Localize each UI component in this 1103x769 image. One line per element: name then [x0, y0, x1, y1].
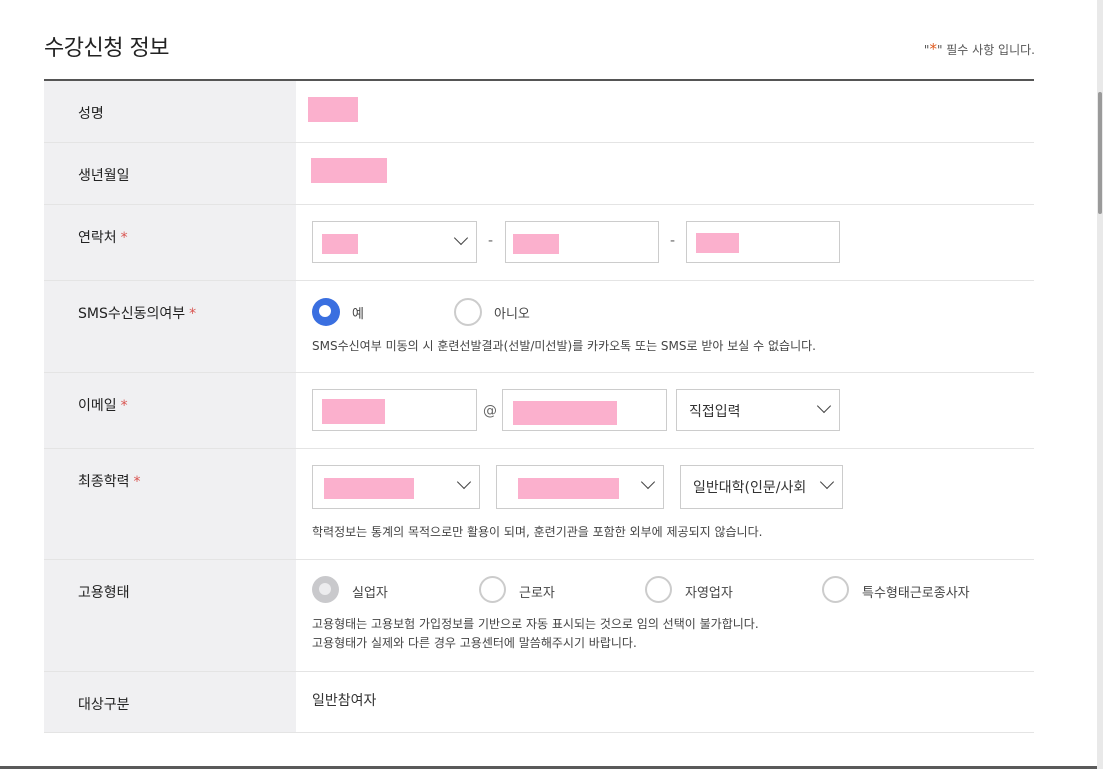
employment-special-label: 특수형태근로종사자 [862, 586, 970, 601]
required-star-icon: * [929, 40, 937, 58]
row-birth: 생년월일 [44, 143, 1034, 205]
row-sms: SMS수신동의여부 * 예 아니오 SMS수신여부 미동의 시 훈련선발결과(선발… [44, 281, 1034, 373]
form-table: 성명 생년월일 연락처 * - - SMS수신동의여부 * 예 아니오 SMS수… [44, 79, 1034, 733]
course-application-modal: 수강신청 정보 "*" 필수 사항 입니다. 성명 생년월일 연락처 * - -… [0, 0, 1097, 766]
row-email: 이메일 * @ 직접입력 [44, 373, 1034, 449]
employment-help-line1: 고용형태는 고용보험 가입정보를 기반으로 자동 표시되는 것으로 임의 선택이… [312, 617, 759, 631]
sms-help-text: SMS수신여부 미동의 시 훈련선발결과(선발/미선발)를 카카오톡 또는 SM… [312, 339, 816, 353]
phone-separator-1: - [488, 233, 494, 249]
employment-selfemployed-radio[interactable] [645, 576, 672, 603]
employment-worker-label: 근로자 [519, 586, 555, 601]
employment-special-radio[interactable] [822, 576, 849, 603]
chevron-down-icon [640, 474, 656, 490]
sms-yes-radio[interactable] [312, 298, 340, 326]
phone-separator-2: - [670, 233, 676, 249]
employment-unemployed-radio[interactable] [312, 576, 339, 603]
sms-no-label: 아니오 [494, 307, 530, 322]
target-value: 일반참여자 [312, 693, 377, 709]
employment-selfemployed-label: 자영업자 [685, 586, 733, 601]
email-id-input[interactable] [312, 389, 477, 431]
email-domain-select[interactable]: 직접입력 [676, 389, 840, 431]
required-note: "*" 필수 사항 입니다. [923, 40, 1035, 58]
education-type-select[interactable]: 일반대학(인문/사회 [680, 465, 843, 509]
label-sms: SMS수신동의여부 * [44, 281, 296, 372]
email-domain-input[interactable] [502, 389, 667, 431]
row-contact: 연락처 * - - [44, 205, 1034, 281]
chevron-down-icon [816, 398, 832, 414]
scrollbar-thumb[interactable] [1098, 92, 1102, 214]
row-name: 성명 [44, 81, 1034, 143]
employment-unemployed-label: 실업자 [352, 586, 388, 601]
page-title: 수강신청 정보 [44, 36, 169, 61]
label-target: 대상구분 [44, 672, 296, 732]
label-education: 최종학력 * [44, 449, 296, 559]
email-at-sign: @ [483, 403, 497, 419]
phone-prefix-select[interactable] [312, 221, 477, 263]
chevron-down-icon [453, 230, 469, 246]
label-employment: 고용형태 [44, 560, 296, 671]
sms-yes-label: 예 [352, 307, 364, 322]
row-target: 대상구분 일반참여자 [44, 672, 1034, 733]
education-status-select[interactable] [496, 465, 664, 509]
sms-no-radio[interactable] [454, 298, 482, 326]
label-name: 성명 [44, 81, 296, 142]
birth-value-redacted [311, 158, 387, 183]
employment-help-line2: 고용형태가 실제와 다른 경우 고용센터에 말씀해주시기 바랍니다. [312, 636, 637, 650]
name-value-redacted [308, 97, 358, 122]
label-contact: 연락처 * [44, 205, 296, 280]
label-email: 이메일 * [44, 373, 296, 448]
chevron-down-icon [456, 474, 472, 490]
label-birth: 생년월일 [44, 143, 296, 204]
row-education: 최종학력 * 일반대학(인문/사회 학력정보는 통계의 목적으로만 활용이 되며,… [44, 449, 1034, 560]
phone-last-input[interactable] [686, 221, 840, 263]
row-employment: 고용형태 실업자 근로자 자영업자 특수형태근로종사자 고용형태는 고용보험 가… [44, 560, 1034, 672]
education-help-text: 학력정보는 통계의 목적으로만 활용이 되며, 훈련기관을 포함한 외부에 제공… [312, 525, 763, 539]
phone-middle-input[interactable] [505, 221, 659, 263]
chevron-down-icon [819, 474, 835, 490]
education-level-select[interactable] [312, 465, 480, 509]
employment-worker-radio[interactable] [479, 576, 506, 603]
